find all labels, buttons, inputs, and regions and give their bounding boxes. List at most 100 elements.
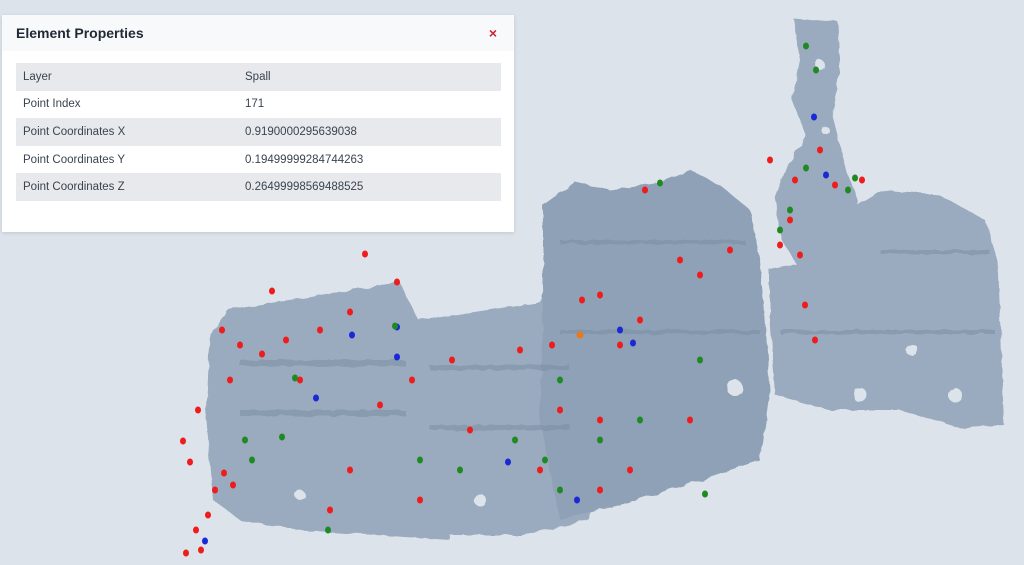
defect-marker-red[interactable] [797, 251, 803, 259]
defect-marker-blue[interactable] [349, 331, 355, 339]
defect-marker-red[interactable] [187, 458, 193, 466]
defect-marker-red[interactable] [517, 346, 523, 354]
defect-marker-red[interactable] [317, 326, 323, 334]
defect-marker-red[interactable] [409, 376, 415, 384]
defect-marker-red[interactable] [449, 356, 455, 364]
defect-marker-green[interactable] [803, 42, 809, 50]
defect-marker-blue[interactable] [617, 326, 623, 334]
property-value: Spall [245, 70, 271, 83]
defect-marker-red[interactable] [579, 296, 585, 304]
defect-marker-green[interactable] [787, 206, 793, 214]
defect-marker-red[interactable] [259, 350, 265, 358]
mesh-front-block[interactable] [540, 170, 770, 520]
properties-table: Layer Spall Point Index 171 Point Coordi… [16, 63, 501, 201]
defect-marker-green[interactable] [292, 374, 298, 382]
panel-header: Element Properties × [2, 15, 514, 51]
defect-marker-red[interactable] [767, 156, 773, 164]
property-row-coord-y: Point Coordinates Y 0.19499999284744263 [16, 146, 501, 174]
defect-marker-red[interactable] [642, 186, 648, 194]
defect-marker-red[interactable] [777, 241, 783, 249]
defect-marker-red[interactable] [221, 469, 227, 477]
defect-marker-red[interactable] [227, 376, 233, 384]
defect-marker-green[interactable] [325, 526, 331, 534]
close-icon[interactable]: × [484, 24, 502, 42]
defect-marker-red[interactable] [362, 250, 368, 258]
defect-marker-red[interactable] [219, 326, 225, 334]
defect-marker-green[interactable] [512, 436, 518, 444]
defect-marker-green[interactable] [242, 436, 248, 444]
defect-marker-red[interactable] [677, 256, 683, 264]
defect-marker-red[interactable] [727, 246, 733, 254]
defect-marker-green[interactable] [249, 456, 255, 464]
defect-marker-red[interactable] [859, 176, 865, 184]
defect-marker-green[interactable] [813, 66, 819, 74]
defect-marker-red[interactable] [812, 336, 818, 344]
defect-marker-red[interactable] [597, 291, 603, 299]
defect-marker-red[interactable] [195, 406, 201, 414]
defect-marker-red[interactable] [537, 466, 543, 474]
property-label: Layer [23, 70, 52, 83]
defect-marker-red[interactable] [637, 316, 643, 324]
property-label: Point Coordinates X [23, 125, 126, 138]
defect-marker-red[interactable] [198, 546, 204, 554]
defect-marker-red[interactable] [627, 466, 633, 474]
defect-marker-red[interactable] [205, 511, 211, 519]
defect-marker-red[interactable] [283, 336, 289, 344]
defect-marker-red[interactable] [617, 341, 623, 349]
defect-marker-red[interactable] [183, 549, 189, 557]
defect-marker-red[interactable] [230, 481, 236, 489]
defect-marker-red[interactable] [269, 287, 275, 295]
defect-marker-green[interactable] [457, 466, 463, 474]
defect-marker-blue[interactable] [574, 496, 580, 504]
defect-marker-red[interactable] [193, 526, 199, 534]
defect-marker-green[interactable] [417, 456, 423, 464]
defect-marker-red[interactable] [792, 176, 798, 184]
defect-marker-red[interactable] [697, 271, 703, 279]
defect-marker-green[interactable] [852, 174, 858, 182]
defect-marker-red[interactable] [467, 426, 473, 434]
defect-marker-red[interactable] [832, 181, 838, 189]
property-label: Point Coordinates Y [23, 153, 126, 166]
defect-marker-red[interactable] [212, 486, 218, 494]
defect-marker-red[interactable] [347, 466, 353, 474]
defect-marker-blue[interactable] [811, 113, 817, 121]
defect-marker-blue[interactable] [313, 394, 319, 402]
defect-marker-red[interactable] [687, 416, 693, 424]
defect-marker-green[interactable] [542, 456, 548, 464]
defect-marker-red[interactable] [327, 506, 333, 514]
property-label: Point Coordinates Z [23, 181, 125, 194]
defect-marker-green[interactable] [697, 356, 703, 364]
defect-marker-red[interactable] [394, 278, 400, 286]
defect-marker-orange[interactable] [576, 331, 584, 339]
defect-marker-green[interactable] [657, 179, 663, 187]
defect-marker-blue[interactable] [394, 353, 400, 361]
defect-marker-green[interactable] [777, 226, 783, 234]
defect-marker-green[interactable] [845, 186, 851, 194]
defect-marker-green[interactable] [279, 433, 285, 441]
defect-marker-red[interactable] [557, 406, 563, 414]
defect-marker-red[interactable] [787, 216, 793, 224]
defect-marker-red[interactable] [347, 308, 353, 316]
defect-marker-blue[interactable] [630, 339, 636, 347]
defect-marker-red[interactable] [597, 486, 603, 494]
defect-marker-red[interactable] [237, 341, 243, 349]
defect-marker-red[interactable] [597, 416, 603, 424]
defect-marker-blue[interactable] [505, 458, 511, 466]
property-row-coord-x: Point Coordinates X 0.9190000295639038 [16, 118, 501, 146]
defect-marker-red[interactable] [417, 496, 423, 504]
defect-marker-green[interactable] [803, 164, 809, 172]
defect-marker-green[interactable] [702, 490, 708, 498]
defect-marker-red[interactable] [802, 301, 808, 309]
defect-marker-red[interactable] [817, 146, 823, 154]
defect-marker-blue[interactable] [823, 171, 829, 179]
property-label: Point Index [23, 98, 81, 111]
defect-marker-green[interactable] [637, 416, 643, 424]
defect-marker-green[interactable] [392, 322, 398, 330]
defect-marker-red[interactable] [549, 341, 555, 349]
defect-marker-blue[interactable] [202, 537, 208, 545]
defect-marker-red[interactable] [377, 401, 383, 409]
defect-marker-red[interactable] [180, 437, 186, 445]
defect-marker-green[interactable] [557, 376, 563, 384]
defect-marker-green[interactable] [557, 486, 563, 494]
defect-marker-green[interactable] [597, 436, 603, 444]
